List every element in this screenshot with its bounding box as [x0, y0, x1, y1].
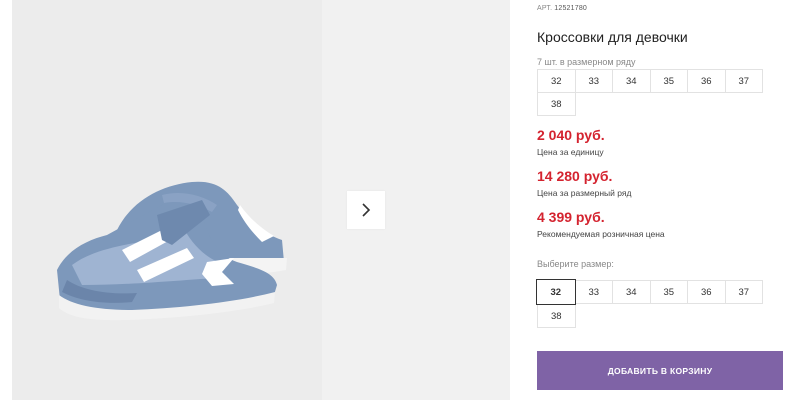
size-row-price-caption: Цена за размерный ряд [537, 188, 632, 198]
size-row-cell: 33 [574, 69, 613, 93]
size-row-price: 14 280 руб. [537, 168, 613, 184]
product-image [12, 0, 322, 400]
size-option[interactable]: 36 [687, 280, 726, 304]
size-picker-label: Выберите размер: [537, 259, 614, 269]
chevron-right-icon [362, 203, 371, 217]
article-label: АРТ. [537, 5, 553, 12]
size-option[interactable]: 33 [574, 280, 613, 304]
size-option[interactable]: 35 [649, 280, 688, 304]
article-value: 12521780 [554, 5, 588, 12]
size-row-cell: 34 [612, 69, 651, 93]
size-row-cell: 32 [537, 69, 576, 93]
size-row-cell: 37 [724, 69, 763, 93]
size-row-cell: 36 [687, 69, 726, 93]
sneakers-image [57, 181, 287, 321]
size-row-cell: 38 [537, 92, 576, 116]
add-to-cart-button[interactable]: ДОБАВИТЬ В КОРЗИНУ [537, 351, 783, 390]
unit-price: 2 040 руб. [537, 127, 605, 143]
size-row-cell: 35 [649, 69, 688, 93]
size-option-selected[interactable]: 32 [536, 279, 576, 305]
product-title: Кроссовки для девочки [537, 29, 688, 45]
size-picker: 32 33 34 35 36 37 38 [536, 279, 763, 328]
gallery-next-button[interactable] [347, 191, 385, 229]
size-row-grid: 32 33 34 35 36 37 38 [537, 69, 763, 116]
retail-price: 4 399 руб. [537, 209, 605, 225]
size-option[interactable]: 34 [612, 280, 651, 304]
retail-price-caption: Рекомендуемая розничная цена [537, 229, 665, 239]
size-option[interactable]: 37 [724, 280, 763, 304]
article-number: АРТ. 12521780 [537, 5, 587, 12]
unit-price-caption: Цена за единицу [537, 147, 604, 157]
size-row-note: 7 шт. в размерном ряду [537, 57, 636, 67]
size-option[interactable]: 38 [537, 304, 576, 328]
